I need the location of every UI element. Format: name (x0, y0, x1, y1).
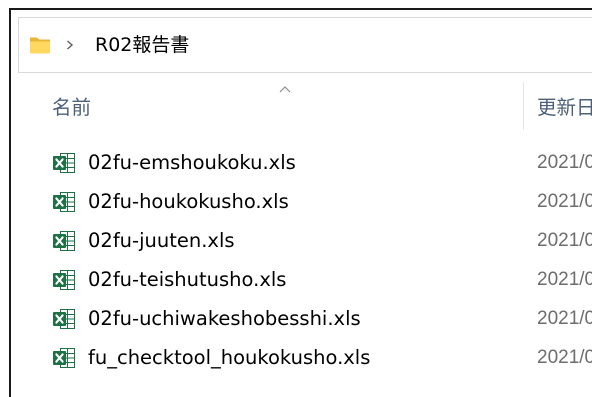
file-date-modified: 2021/0 (537, 230, 592, 251)
chevron-up-icon (279, 86, 291, 93)
file-name[interactable]: 02fu-uchiwakeshobesshi.xls (88, 299, 361, 338)
file-name[interactable]: fu_checktool_houkokusho.xls (88, 338, 370, 377)
file-name[interactable]: 02fu-juuten.xls (88, 221, 235, 260)
address-bar[interactable]: R02報告書 (18, 17, 592, 73)
file-date-modified: 2021/0 (537, 152, 592, 173)
file-date-modified: 2021/0 (537, 191, 592, 212)
file-date-modified: 2021/0 (537, 269, 592, 290)
file-list: 02fu-emshoukoku.xls 2021/0 02fu-houkokus… (0, 143, 592, 377)
chevron-right-icon[interactable] (66, 40, 74, 50)
excel-file-icon (52, 191, 76, 213)
folder-icon (29, 34, 51, 56)
file-row[interactable]: 02fu-juuten.xls 2021/0 (0, 221, 592, 260)
column-header-row: 名前 更新日 (0, 82, 592, 130)
breadcrumb-item-current-folder[interactable]: R02報告書 (95, 18, 189, 72)
excel-file-icon (52, 152, 76, 174)
excel-file-icon (52, 269, 76, 291)
excel-file-icon (52, 230, 76, 252)
excel-file-icon (52, 347, 76, 369)
file-date-modified: 2021/0 (537, 308, 592, 329)
file-row[interactable]: 02fu-houkokusho.xls 2021/0 (0, 182, 592, 221)
file-row[interactable]: 02fu-uchiwakeshobesshi.xls 2021/0 (0, 299, 592, 338)
file-name[interactable]: 02fu-houkokusho.xls (88, 182, 289, 221)
column-header-name[interactable]: 名前 (52, 86, 91, 130)
column-resize-divider[interactable] (523, 82, 524, 130)
file-name[interactable]: 02fu-emshoukoku.xls (88, 143, 296, 182)
file-row[interactable]: fu_checktool_houkokusho.xls 2021/0 (0, 338, 592, 377)
file-name[interactable]: 02fu-teishutusho.xls (88, 260, 286, 299)
file-date-modified: 2021/0 (537, 347, 592, 368)
file-row[interactable]: 02fu-teishutusho.xls 2021/0 (0, 260, 592, 299)
column-header-date-modified[interactable]: 更新日 (537, 86, 592, 130)
file-row[interactable]: 02fu-emshoukoku.xls 2021/0 (0, 143, 592, 182)
excel-file-icon (52, 308, 76, 330)
